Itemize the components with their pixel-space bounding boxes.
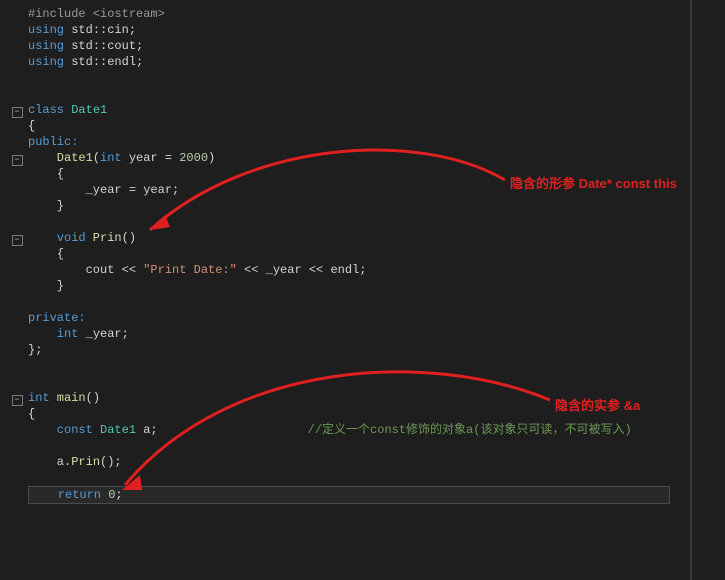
preproc: #include [28,7,86,21]
code-editor: #include <iostream> using std::cin; usin… [0,0,692,580]
code-line: }; [10,342,690,358]
code-line [10,86,690,102]
annotation-formal-param: 隐含的形参 Date* const this [510,173,677,192]
code-line [10,358,690,374]
code-line: const Date1 a;//定义一个const修饰的对象a(该对象只可读，不… [10,422,690,438]
code-line: − Date1(int year = 2000) [10,150,690,166]
code-line [10,70,690,86]
code-line: private: [10,310,690,326]
code-line [10,294,690,310]
code-line: − void Prin() [10,230,690,246]
code-line: cout << "Print Date:" << _year << endl; [10,262,690,278]
code-line: −class Date1 [10,102,690,118]
code-line: int _year; [10,326,690,342]
fold-icon[interactable]: − [12,155,23,166]
code-line [10,470,690,486]
code-line: { [10,246,690,262]
code-line: using std::cout; [10,38,690,54]
fold-icon[interactable]: − [12,395,23,406]
fold-icon[interactable]: − [12,107,23,118]
code-line: #include <iostream> [10,6,690,22]
fold-icon[interactable]: − [12,235,23,246]
annotation-actual-param: 隐含的实参 &a [555,395,640,414]
code-line [10,374,690,390]
code-line [10,438,690,454]
code-line [10,214,690,230]
code-line: a.Prin(); [10,454,690,470]
code-line: return 0; [10,486,690,502]
code-line: } [10,278,690,294]
code-line: using std::endl; [10,54,690,70]
code-line: { [10,118,690,134]
code-line: using std::cin; [10,22,690,38]
code-line: public: [10,134,690,150]
code-line: } [10,198,690,214]
